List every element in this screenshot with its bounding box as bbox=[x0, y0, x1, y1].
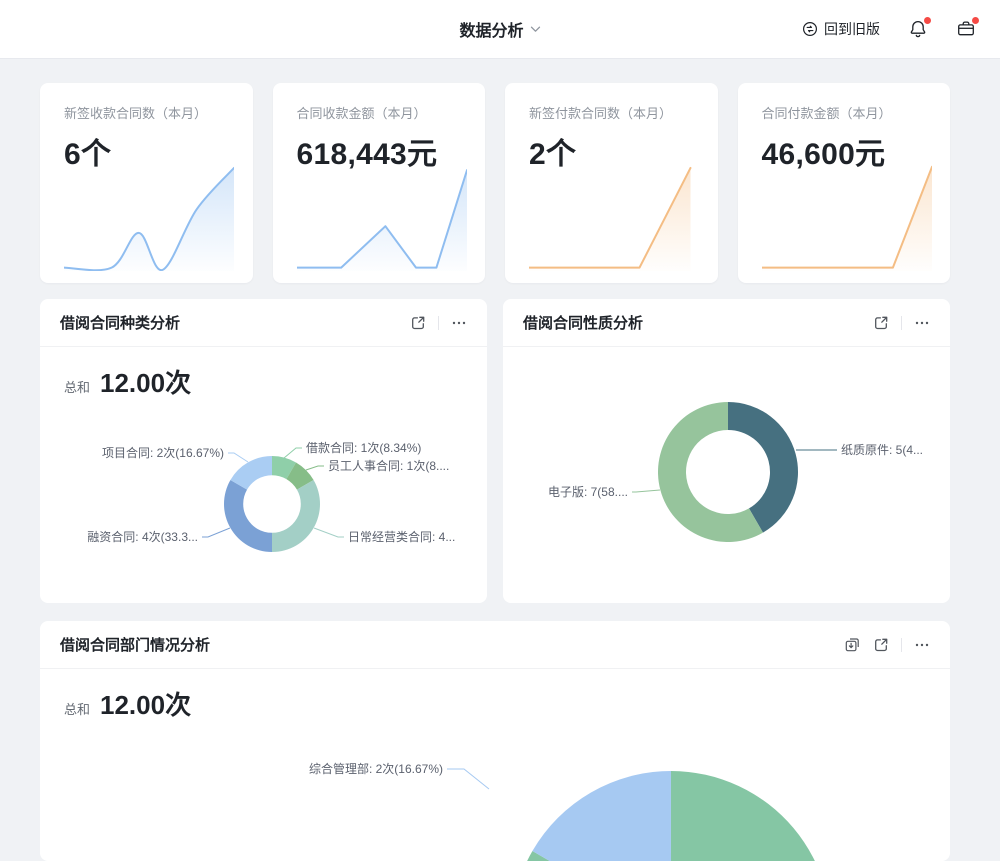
back-to-old-version-label: 回到旧版 bbox=[824, 19, 880, 39]
workbench-badge-dot bbox=[972, 17, 979, 24]
pie-label: 项目合同: 2次(16.67%) bbox=[102, 445, 224, 460]
chevron-down-icon bbox=[531, 26, 541, 33]
sparkline-chart bbox=[762, 159, 932, 271]
back-to-old-version-link[interactable]: 回到旧版 bbox=[802, 19, 880, 39]
total-label: 总和 bbox=[64, 377, 90, 396]
stat-label: 新签付款合同数（本月） bbox=[505, 83, 718, 122]
panel-title: 借阅合同种类分析 bbox=[60, 312, 180, 333]
expand-icon[interactable] bbox=[873, 637, 889, 653]
sparkline-chart bbox=[529, 159, 699, 271]
panel-contract-kind: 借阅合同种类分析 总和 12.00次 bbox=[40, 299, 487, 603]
panel-department: 借阅合同部门情况分析 bbox=[40, 621, 950, 861]
pie-label: 借款合同: 1次(8.34%) bbox=[306, 440, 421, 455]
header-actions: 回到旧版 bbox=[802, 0, 976, 58]
sparkline-chart bbox=[64, 159, 234, 271]
panel-actions bbox=[873, 315, 930, 331]
donut-panels-row: 借阅合同种类分析 总和 12.00次 bbox=[40, 299, 950, 603]
notification-badge-dot bbox=[924, 17, 931, 24]
department-pie-chart: 综合管理部: 2次(16.67%) bbox=[40, 669, 949, 861]
divider bbox=[901, 316, 902, 330]
expand-icon[interactable] bbox=[410, 315, 426, 331]
pie-leader-line bbox=[447, 769, 489, 789]
stat-card-pay-amount: 合同付款金额（本月） 46,600元 bbox=[738, 83, 951, 283]
panel-header: 借阅合同种类分析 bbox=[40, 299, 487, 347]
download-icon[interactable] bbox=[844, 636, 861, 653]
panel-header: 借阅合同部门情况分析 bbox=[40, 621, 950, 669]
pie-label: 融资合同: 4次(33.3... bbox=[87, 529, 198, 544]
page-title: 数据分析 bbox=[459, 17, 523, 41]
stat-card-new-receive-count: 新签收款合同数（本月） 6个 bbox=[40, 83, 253, 283]
stat-card-new-pay-count: 新签付款合同数（本月） 2个 bbox=[505, 83, 718, 283]
sparkline-chart bbox=[297, 159, 467, 271]
pie-label: 电子版: 7(58.... bbox=[548, 485, 628, 499]
total-value: 12.00次 bbox=[100, 363, 191, 400]
panel-actions bbox=[844, 636, 930, 653]
stat-label: 新签收款合同数（本月） bbox=[40, 83, 253, 122]
pie-leader-line bbox=[284, 448, 302, 458]
notifications-button[interactable] bbox=[908, 19, 928, 39]
department-panel-row: 借阅合同部门情况分析 bbox=[40, 621, 950, 861]
stat-card-receive-amount: 合同收款金额（本月） 618,443元 bbox=[273, 83, 486, 283]
pie-label: 员工人事合同: 1次(8.... bbox=[328, 458, 449, 473]
pie-leader-line bbox=[306, 466, 324, 470]
total-row: 总和 12.00次 bbox=[40, 347, 487, 400]
pie-label: 纸质原件: 5(4... bbox=[841, 443, 923, 457]
panel-header: 借阅合同性质分析 bbox=[503, 299, 950, 347]
pie-leader-line bbox=[228, 453, 248, 462]
divider bbox=[901, 638, 902, 652]
panel-title: 借阅合同部门情况分析 bbox=[60, 634, 210, 655]
divider bbox=[438, 316, 439, 330]
panel-contract-nature: 借阅合同性质分析 纸质原件: 5(4... 电子版: 7(58.... bbox=[503, 299, 950, 603]
stat-label: 合同收款金额（本月） bbox=[273, 83, 486, 122]
pie-label: 日常经营类合同: 4... bbox=[348, 529, 455, 544]
revert-icon bbox=[802, 21, 818, 37]
more-icon[interactable] bbox=[451, 315, 467, 331]
pie-leader-line bbox=[314, 528, 344, 537]
contract-nature-donut-chart: 纸质原件: 5(4... 电子版: 7(58.... bbox=[503, 347, 950, 603]
contract-kind-donut-chart: 借款合同: 1次(8.34%) 员工人事合同: 1次(8.... 日常经营类合同… bbox=[40, 410, 487, 603]
pie-label: 综合管理部: 2次(16.67%) bbox=[309, 761, 443, 776]
stat-cards-row: 新签收款合同数（本月） 6个 合同收款金额（本月） 618,443元 新签付款合… bbox=[40, 83, 950, 283]
expand-icon[interactable] bbox=[873, 315, 889, 331]
pie-leader-line bbox=[632, 490, 660, 492]
pie-leader-line bbox=[202, 528, 230, 537]
top-header: 数据分析 回到旧版 bbox=[0, 0, 1000, 59]
more-icon[interactable] bbox=[914, 637, 930, 653]
panel-title: 借阅合同性质分析 bbox=[523, 312, 643, 333]
more-icon[interactable] bbox=[914, 315, 930, 331]
stat-label: 合同付款金额（本月） bbox=[738, 83, 951, 122]
page-title-dropdown[interactable]: 数据分析 bbox=[459, 0, 540, 58]
dashboard-main: 新签收款合同数（本月） 6个 合同收款金额（本月） 618,443元 新签付款合… bbox=[0, 59, 1000, 861]
workbench-button[interactable] bbox=[956, 19, 976, 39]
panel-actions bbox=[410, 315, 467, 331]
